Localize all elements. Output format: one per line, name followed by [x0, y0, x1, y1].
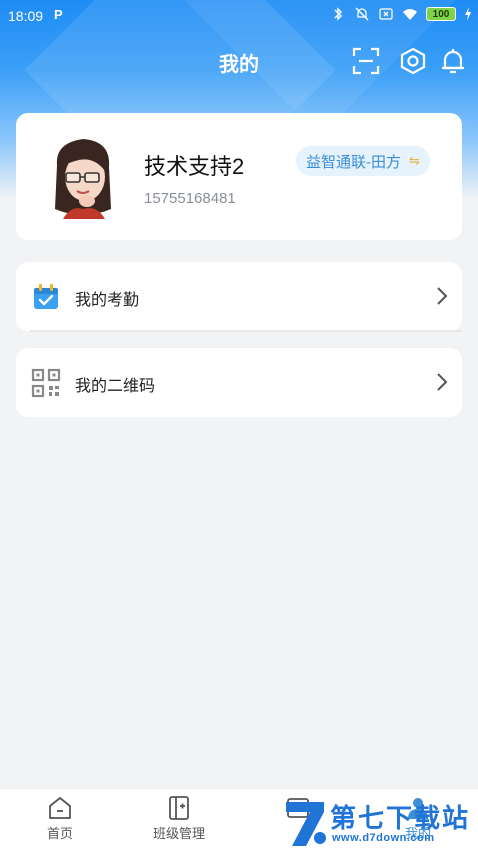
home-icon [49, 797, 71, 819]
org-switch-badge[interactable]: 益智通联-田方 ⇋ [296, 146, 430, 176]
user-name: 技术支持2 [144, 154, 245, 179]
divider [30, 330, 462, 332]
title-bar: 我的 [0, 38, 478, 82]
battery-indicator: 100 [426, 7, 456, 21]
class-icon [169, 796, 189, 820]
nav-label: 班级管理 [152, 826, 205, 841]
chevron-right-icon [437, 287, 448, 305]
menu-item-label: 我的二维码 [75, 378, 156, 395]
bluetooth-icon [334, 7, 342, 21]
qrcode-icon [31, 368, 61, 398]
switch-icon: ⇋ [409, 153, 420, 168]
sim-off-icon [379, 8, 393, 20]
watermark-logo-icon [286, 802, 326, 846]
settings-icon[interactable] [398, 46, 428, 76]
bell-icon[interactable] [438, 46, 468, 76]
parking-app-icon: P [54, 7, 63, 22]
profile-card[interactable]: 技术支持2 15755168481 益智通联-田方 ⇋ [16, 113, 462, 240]
avatar [55, 139, 111, 219]
status-time: 18:09 [8, 8, 44, 24]
nav-tab-class[interactable]: 班级管理 [134, 795, 224, 842]
watermark-text: 第七下载站 [330, 804, 471, 834]
status-icons: 100 [330, 6, 472, 22]
org-name: 益智通联-田方 [306, 153, 401, 171]
mute-bell-icon [355, 7, 369, 21]
nav-tab-home[interactable]: 首页 [15, 795, 105, 842]
watermark-url: www.d7down.com [332, 832, 435, 844]
chevron-right-icon [437, 373, 448, 391]
wifi-icon [403, 9, 417, 20]
user-phone: 15755168481 [144, 190, 236, 207]
menu-item-label: 我的考勤 [75, 292, 140, 309]
menu-item-qrcode[interactable]: 我的二维码 [16, 348, 462, 417]
nav-label: 首页 [46, 826, 73, 841]
calendar-check-icon [34, 284, 58, 309]
menu-item-attendance[interactable]: 我的考勤 [16, 262, 462, 332]
charging-icon [465, 7, 471, 21]
status-bar: 18:09 P 100 [0, 0, 478, 32]
watermark: 第七下载站 www.d7down.com [282, 796, 478, 850]
scan-icon[interactable] [351, 46, 381, 76]
